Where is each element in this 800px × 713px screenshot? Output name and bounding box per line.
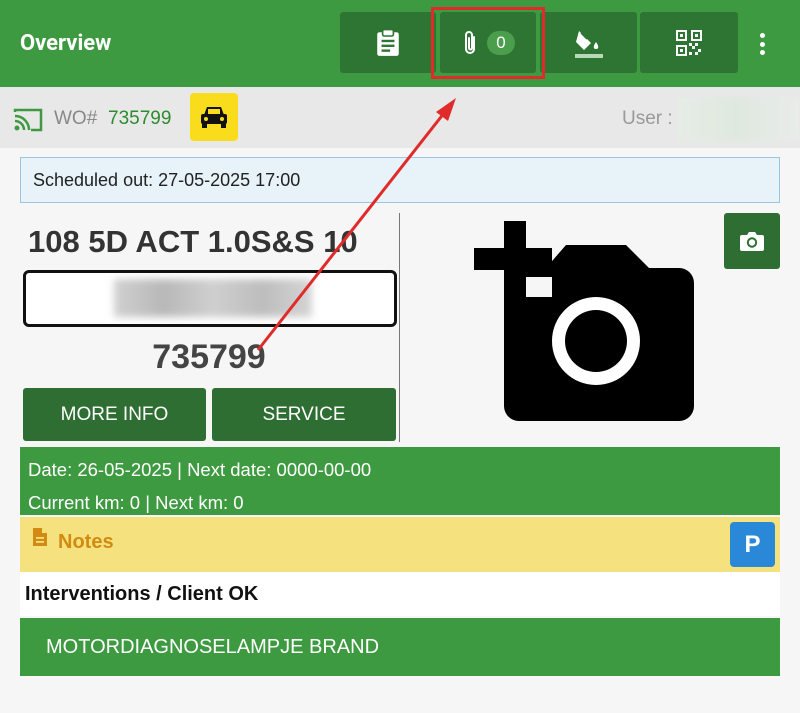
service-dates-panel: Date: 26-05-2025 | Next date: 0000-00-00…: [20, 447, 780, 515]
checklist-button[interactable]: [340, 12, 436, 73]
camera-icon: [740, 232, 764, 251]
cast-icon[interactable]: [13, 108, 43, 132]
km-line: Current km: 0 | Next km: 0: [28, 492, 244, 513]
service-button[interactable]: SERVICE: [212, 388, 396, 441]
scheduled-out: Scheduled out: 27-05-2025 17:00: [20, 157, 780, 203]
car-icon: [201, 107, 227, 128]
attachments-button[interactable]: 0: [440, 12, 536, 73]
attachments-count-badge: 0: [487, 30, 515, 55]
vehicle-title: 108 5D ACT 1.0S&S 10: [28, 224, 358, 259]
dates-line: Date: 26-05-2025 | Next date: 0000-00-00: [28, 459, 372, 480]
user-name-redacted: [677, 97, 800, 141]
document-icon: [33, 528, 47, 546]
notes-section[interactable]: Notes: [20, 517, 780, 572]
notes-label: Notes: [58, 531, 114, 553]
workorder-number: 735799: [108, 108, 172, 129]
clipboard-icon: [377, 28, 399, 56]
add-photo-icon[interactable]: [474, 221, 696, 423]
paint-bucket-icon: [574, 30, 603, 58]
workorder-label: WO#: [54, 108, 98, 129]
qr-code-icon: [676, 29, 702, 56]
more-info-button[interactable]: MORE INFO: [23, 388, 206, 441]
app-bar: Overview 0: [0, 0, 800, 87]
workorder-number-large: 735799: [152, 338, 266, 376]
vehicle-status-badge[interactable]: [190, 93, 238, 141]
take-photo-button[interactable]: [724, 213, 780, 269]
license-plate-redacted: [114, 279, 312, 317]
interventions-heading: Interventions / Client OK: [20, 572, 780, 616]
license-plate: [23, 270, 397, 327]
column-divider: [399, 213, 400, 442]
paint-button[interactable]: [540, 12, 637, 73]
overflow-menu-icon[interactable]: [752, 30, 772, 58]
paperclip-icon: [465, 30, 476, 54]
user-label: User :: [622, 108, 673, 129]
intervention-item[interactable]: MOTORDIAGNOSELAMPJE BRAND: [20, 618, 780, 676]
parking-badge[interactable]: P: [730, 522, 775, 567]
qr-scan-button[interactable]: [640, 12, 738, 73]
page-title: Overview: [20, 31, 112, 56]
